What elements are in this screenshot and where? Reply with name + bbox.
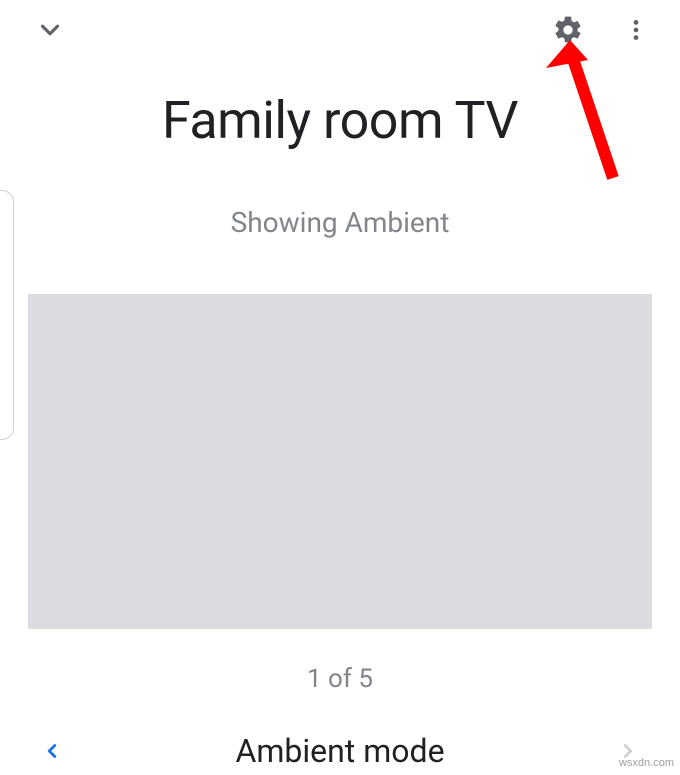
preview-thumbnail[interactable] <box>28 294 652 629</box>
back-button[interactable] <box>30 10 70 50</box>
more-vert-icon <box>623 17 649 43</box>
page-title: Family room TV <box>0 90 680 151</box>
mode-selector: Ambient mode <box>0 732 680 770</box>
gear-icon <box>552 14 584 46</box>
page-subtitle: Showing Ambient <box>0 206 680 239</box>
chevron-down-icon <box>35 15 65 45</box>
watermark: wsxdn.com <box>619 757 674 769</box>
preview-counter: 1 of 5 <box>0 664 680 694</box>
mode-label: Ambient mode <box>68 732 612 770</box>
chevron-left-icon <box>41 740 63 762</box>
prev-mode-button[interactable] <box>36 735 68 767</box>
settings-button[interactable] <box>548 10 588 50</box>
more-button[interactable] <box>616 10 656 50</box>
header-bar <box>0 0 680 50</box>
